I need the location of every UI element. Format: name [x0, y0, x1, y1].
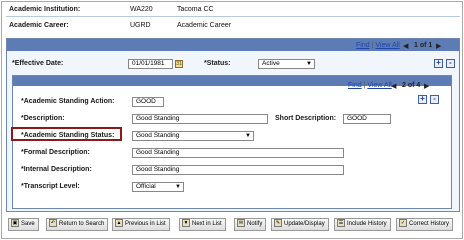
row-position: 1 of 1: [414, 42, 433, 49]
first-arrow-icon[interactable]: ◀: [403, 42, 408, 50]
update-icon: ✎: [274, 219, 282, 228]
down-arrow-icon: ▼: [182, 219, 190, 228]
up-arrow-icon: ▲: [115, 219, 123, 228]
effective-date-panel: Find | View All ◀ 1 of 1 ▶ *Effective Da…: [6, 38, 460, 212]
inner-nav-separator: |: [363, 82, 366, 89]
status-select-value: Active: [262, 60, 280, 67]
description-input[interactable]: Good Standing: [132, 114, 268, 124]
previous-label: Previous in List: [125, 221, 166, 227]
career-name: Academic Career: [177, 22, 232, 29]
update-display-button[interactable]: ✎ Update/Display: [271, 218, 329, 231]
short-description-input[interactable]: GOOD: [343, 114, 391, 124]
notify-button[interactable]: ✉ Notify: [234, 218, 267, 231]
find-link[interactable]: Find: [356, 42, 370, 49]
page-toolbar: ▣ Save ↶ Return to Search ▲ Previous in Lis…: [6, 218, 460, 234]
header-divider: [6, 16, 460, 17]
correct-label: Correct History: [409, 221, 450, 227]
chevron-down-icon: ▼: [245, 133, 251, 139]
next-in-list-button[interactable]: ▼ Next in List: [179, 218, 226, 231]
institution-name: Tacoma CC: [177, 6, 214, 13]
career-label: Academic Career:: [9, 22, 69, 29]
correct-icon: ✓: [399, 219, 407, 228]
previous-in-list-button[interactable]: ▲ Previous in List: [112, 218, 170, 231]
save-button[interactable]: ▣ Save: [8, 218, 39, 231]
transcript-level-select[interactable]: Official ▼: [132, 182, 184, 192]
save-label: Save: [21, 221, 35, 227]
institution-code: WA220: [130, 6, 153, 13]
inner-first-arrow-icon[interactable]: ◀: [391, 82, 396, 90]
inner-find-link[interactable]: Find: [348, 82, 362, 89]
formal-description-label: *Formal Description:: [21, 149, 90, 156]
return-to-search-button[interactable]: ↶ Return to Search: [46, 218, 109, 231]
inner-add-row-icon[interactable]: +: [418, 95, 427, 104]
inner-view-all-link[interactable]: View All: [367, 82, 391, 89]
correct-history-button[interactable]: ✓ Correct History: [396, 218, 454, 231]
update-label: Update/Display: [284, 221, 325, 227]
return-label: Return to Search: [59, 221, 105, 227]
last-arrow-icon[interactable]: ▶: [436, 42, 441, 50]
formal-description-input[interactable]: Good Standing: [132, 148, 344, 158]
institution-label: Academic Institution:: [9, 6, 81, 13]
status-label: *Status:: [204, 60, 231, 67]
short-description-label: Short Description:: [275, 115, 337, 122]
inner-remove-row-icon[interactable]: -: [430, 95, 439, 104]
remove-row-icon[interactable]: -: [446, 59, 455, 68]
notify-icon: ✉: [237, 219, 245, 228]
chevron-down-icon: ▼: [306, 61, 312, 67]
save-icon: ▣: [11, 219, 19, 228]
calendar-icon[interactable]: 31: [175, 60, 183, 68]
inner-last-arrow-icon[interactable]: ▶: [424, 82, 429, 90]
transcript-level-value: Official: [136, 183, 156, 190]
nav-separator: |: [371, 42, 374, 49]
page-frame: Academic Institution: WA220 Tacoma CC Ac…: [1, 1, 463, 239]
view-all-link[interactable]: View All: [375, 42, 399, 49]
career-code: UGRD: [130, 22, 151, 29]
standing-action-label: *Academic Standing Action:: [21, 98, 115, 105]
description-label: *Description:: [21, 115, 65, 122]
inner-row-position: 2 of 4: [402, 82, 421, 89]
transcript-level-label: *Transcript Level:: [21, 183, 80, 190]
notify-label: Notify: [247, 221, 263, 227]
standing-status-value: Good Standing: [136, 132, 180, 139]
return-icon: ↶: [49, 219, 57, 228]
internal-description-label: *Internal Description:: [21, 166, 92, 173]
chevron-down-icon: ▼: [175, 184, 181, 190]
include-label: Include History: [347, 221, 387, 227]
effective-date-label: *Effective Date:: [12, 60, 64, 67]
highlight-box: [11, 127, 122, 141]
standing-status-select[interactable]: Good Standing ▼: [132, 131, 254, 141]
standing-action-input[interactable]: GOOD: [132, 97, 164, 107]
academic-standing-panel: Find | View All ◀ 2 of 4 ▶ + - *Academic…: [12, 75, 452, 209]
effective-date-input[interactable]: 01/01/1981: [128, 59, 173, 69]
internal-description-input[interactable]: Good Standing: [132, 165, 344, 175]
include-history-button[interactable]: ☰ Include History: [334, 218, 391, 231]
add-row-icon[interactable]: +: [434, 59, 443, 68]
next-label: Next in List: [192, 221, 222, 227]
status-select[interactable]: Active ▼: [258, 59, 315, 69]
history-icon: ☰: [337, 219, 345, 228]
